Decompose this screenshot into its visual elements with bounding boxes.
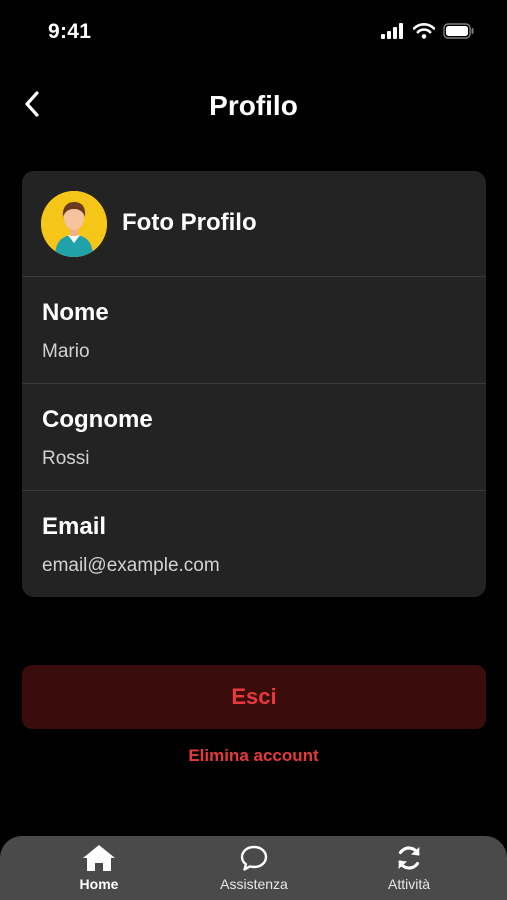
battery-icon	[443, 23, 475, 44]
profile-card: Foto Profilo Nome Mario Cognome Rossi Em…	[22, 171, 486, 597]
status-time: 9:41	[48, 20, 92, 43]
name-field-row[interactable]: Nome Mario	[22, 277, 486, 384]
surname-value: Rossi	[42, 448, 90, 469]
delete-account-link[interactable]: Elimina account	[0, 746, 507, 766]
tab-activity[interactable]: Attività	[349, 844, 469, 898]
surname-label: Cognome	[42, 406, 153, 433]
name-label: Nome	[42, 299, 109, 326]
cellular-signal-icon	[381, 23, 405, 44]
user-avatar-icon	[41, 191, 107, 257]
tab-support-label: Assistenza	[220, 876, 288, 892]
tab-bar: Home Assistenza Attività	[0, 836, 507, 900]
profile-photo-label: Foto Profilo	[122, 209, 257, 236]
logout-button[interactable]: Esci	[22, 665, 486, 729]
status-icons	[381, 23, 475, 44]
tab-home[interactable]: Home	[39, 844, 159, 898]
profile-photo-row[interactable]: Foto Profilo	[22, 171, 486, 277]
nav-header: Profilo	[0, 76, 507, 136]
chat-bubble-icon	[239, 844, 269, 872]
refresh-icon	[394, 844, 424, 872]
tab-support[interactable]: Assistenza	[194, 844, 314, 898]
surname-field-row[interactable]: Cognome Rossi	[22, 384, 486, 491]
name-value: Mario	[42, 341, 90, 362]
tab-home-label: Home	[79, 876, 119, 892]
email-label: Email	[42, 513, 107, 540]
home-icon	[82, 844, 116, 872]
wifi-icon	[412, 23, 436, 44]
tab-activity-label: Attività	[387, 876, 430, 892]
email-field-row[interactable]: Email email@example.com	[22, 491, 486, 597]
page-title: Profilo	[209, 90, 298, 121]
status-bar: 9:41	[0, 0, 507, 66]
email-value: email@example.com	[42, 555, 220, 576]
